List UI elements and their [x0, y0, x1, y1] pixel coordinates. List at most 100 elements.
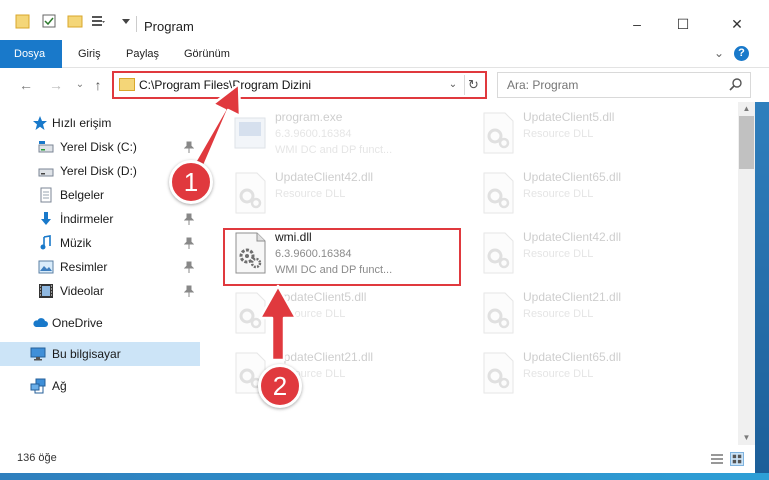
ribbon-expand-icon[interactable]: ⌄	[712, 46, 726, 60]
address-dropdown-button[interactable]: ⌄	[446, 77, 460, 93]
address-bar[interactable]: C:\Program Files\Program Dizini ⌄ ↻	[112, 71, 487, 99]
exe-file-icon	[234, 117, 266, 149]
up-button[interactable]: ↑	[88, 75, 108, 95]
file-version: 6.3.9600.16384	[275, 128, 352, 140]
item-count: 136 öğe	[17, 452, 57, 464]
file-item[interactable]: UpdateClient21.dll Resource DLL	[471, 286, 701, 342]
recent-locations-button[interactable]: ⌄	[70, 75, 90, 95]
file-item[interactable]: UpdateClient5.dll Resource DLL	[223, 286, 453, 342]
dll-file-icon	[235, 292, 266, 334]
computer-icon	[30, 347, 46, 361]
tab-file[interactable]: Dosya	[0, 40, 62, 68]
sidebar-item-this-pc[interactable]: Bu bilgisayar	[0, 342, 200, 366]
cloud-icon	[33, 318, 48, 327]
file-item[interactable]: UpdateClient42.dll Resource DLL	[223, 166, 453, 222]
file-name: UpdateClient65.dll	[523, 170, 622, 184]
pictures-icon	[38, 260, 54, 274]
sidebar-item-pictures[interactable]: Resimler	[0, 255, 200, 279]
documents-icon	[40, 187, 52, 203]
folder-icon	[119, 78, 135, 91]
tab-home[interactable]: Giriş	[66, 40, 113, 68]
sidebar-item-downloads[interactable]: İndirmeler	[0, 207, 200, 231]
vertical-scrollbar[interactable]: ▲ ▼	[738, 102, 755, 445]
network-icon	[30, 378, 46, 394]
minimize-button[interactable]: –	[622, 12, 652, 36]
sidebar-item-label: Hızlı erişim	[52, 116, 112, 130]
video-icon	[39, 284, 53, 298]
ribbon-tabs: Dosya Giriş Paylaş Görünüm ⌄ ?	[0, 40, 769, 68]
large-icons-view-icon[interactable]	[730, 452, 744, 466]
search-icon[interactable]	[728, 77, 744, 93]
scroll-thumb[interactable]	[739, 116, 754, 169]
sidebar-item-label: Yerel Disk (D:)	[60, 164, 137, 178]
refresh-button[interactable]: ↻	[464, 75, 482, 95]
new-folder-icon[interactable]	[66, 12, 84, 30]
status-bar: 136 öğe	[0, 445, 769, 473]
pin-icon	[184, 141, 194, 153]
file-item[interactable]: UpdateClient65.dll Resource DLL	[471, 166, 701, 222]
file-type: Resource DLL	[523, 308, 594, 320]
file-name: UpdateClient21.dll	[275, 350, 374, 364]
file-type: Resource DLL	[523, 248, 594, 260]
file-name: UpdateClient5.dll	[523, 110, 615, 124]
file-item[interactable]: UpdateClient5.dll Resource DLL	[471, 106, 701, 162]
sidebar-item-label: Resimler	[60, 260, 108, 274]
maximize-button[interactable]: ☐	[668, 12, 698, 36]
search-input[interactable]	[498, 73, 718, 97]
scroll-down-icon[interactable]: ▼	[738, 431, 755, 445]
file-name: UpdateClient42.dll	[523, 230, 622, 244]
explorer-window: Program – ☐ ✕ Dosya Giriş Paylaş Görünüm…	[0, 0, 769, 480]
file-type: Resource DLL	[523, 188, 594, 200]
customize-toolbar-icon[interactable]	[90, 12, 108, 30]
address-path[interactable]: C:\Program Files\Program Dizini	[139, 78, 311, 92]
file-item[interactable]: UpdateClient42.dll Resource DLL	[471, 226, 701, 282]
sidebar-item-label: İndirmeler	[60, 212, 114, 226]
properties-icon[interactable]	[40, 12, 58, 30]
music-icon	[40, 235, 51, 250]
sidebar-item-label: Videolar	[60, 284, 104, 298]
star-icon	[33, 116, 47, 130]
file-type: Resource DLL	[275, 308, 346, 320]
toolbar-dropdown-icon[interactable]	[118, 12, 136, 30]
desktop-background	[0, 473, 769, 480]
sidebar-item-drive-c[interactable]: Yerel Disk (C:)	[0, 135, 200, 159]
title-bar: Program – ☐ ✕	[0, 0, 769, 40]
file-type: Resource DLL	[523, 128, 594, 140]
pin-icon	[184, 237, 194, 249]
dll-file-icon	[483, 112, 514, 154]
dll-file-icon	[483, 292, 514, 334]
forward-button[interactable]: →	[46, 75, 66, 95]
folder-icon	[15, 14, 30, 29]
help-icon[interactable]: ?	[734, 46, 749, 61]
navigation-pane: Hızlı erişim Yerel Disk (C:) Yerel Disk …	[0, 102, 205, 445]
sidebar-item-videos[interactable]: Videolar	[0, 279, 200, 303]
details-view-icon[interactable]	[710, 452, 724, 466]
sidebar-item-onedrive[interactable]: OneDrive	[0, 311, 200, 335]
sidebar-item-label: Müzik	[60, 236, 92, 250]
scroll-up-icon[interactable]: ▲	[738, 102, 755, 116]
tab-view[interactable]: Görünüm	[172, 40, 242, 68]
highlight-box	[223, 228, 461, 286]
file-type: Resource DLL	[275, 188, 346, 200]
dll-file-icon	[483, 352, 514, 394]
back-button[interactable]: ←	[16, 75, 36, 95]
sidebar-item-label: Ağ	[52, 379, 67, 393]
file-name: UpdateClient21.dll	[523, 290, 622, 304]
tab-share[interactable]: Paylaş	[114, 40, 171, 68]
file-name: UpdateClient42.dll	[275, 170, 374, 184]
file-name: program.exe	[275, 110, 343, 124]
file-type: Resource DLL	[523, 368, 594, 380]
search-box[interactable]	[497, 72, 751, 98]
address-row: ← → ⌄ ↑ C:\Program Files\Program Dizini …	[0, 68, 769, 102]
sidebar-item-label: OneDrive	[52, 316, 103, 330]
sidebar-item-quick-access[interactable]: Hızlı erişim	[0, 111, 200, 135]
window-title: Program	[144, 19, 194, 34]
sidebar-item-label: Belgeler	[60, 188, 105, 202]
sidebar-item-network[interactable]: Ağ	[0, 374, 200, 398]
file-item[interactable]: program.exe 6.3.9600.16384 WMI DC and DP…	[223, 106, 453, 162]
sidebar-item-music[interactable]: Müzik	[0, 231, 200, 255]
file-item[interactable]: UpdateClient65.dll Resource DLL	[471, 346, 701, 402]
close-button[interactable]: ✕	[722, 12, 752, 36]
file-name: UpdateClient5.dll	[275, 290, 367, 304]
file-item[interactable]: UpdateClient21.dll Resource DLL	[223, 346, 453, 402]
